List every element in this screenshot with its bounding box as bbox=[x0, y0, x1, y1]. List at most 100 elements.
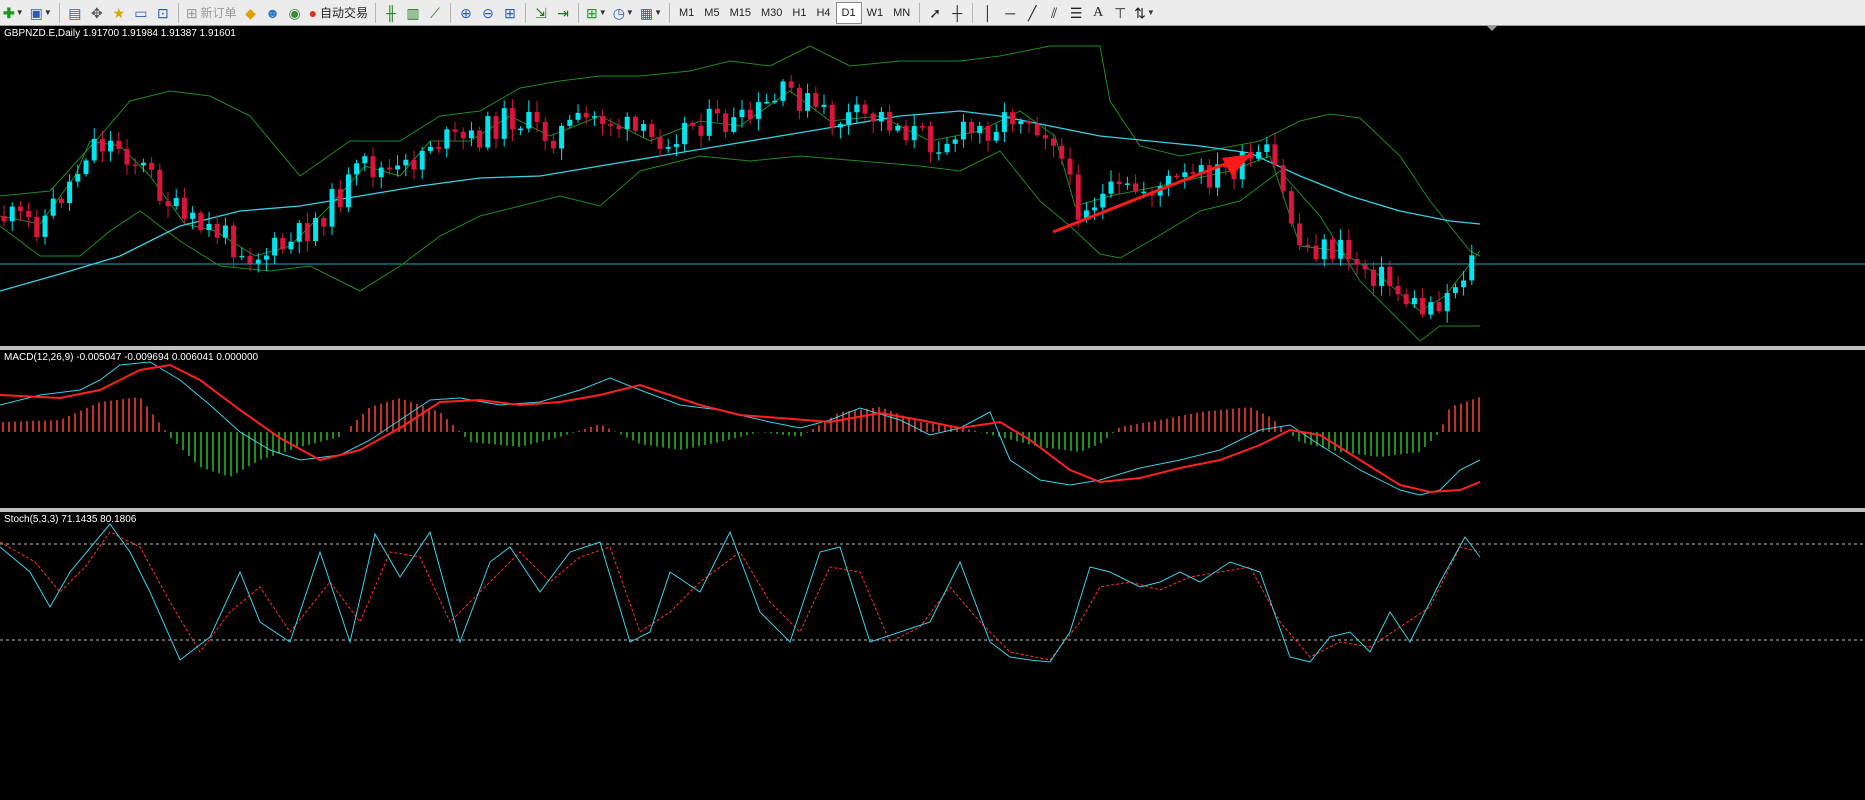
chevron-down-icon: ▼ bbox=[15, 8, 24, 17]
timeframe-h1-button[interactable]: H1 bbox=[787, 3, 811, 23]
stochastic-label: Stoch(5,3,3) 71.1435 80.1806 bbox=[4, 514, 137, 525]
candle-body bbox=[165, 200, 171, 207]
text-label-icon: ⊤ bbox=[1114, 4, 1127, 21]
toolbar-separator bbox=[177, 2, 179, 23]
chart-window[interactable]: GBPNZD.E,Daily 1.91700 1.91984 1.91387 1… bbox=[0, 26, 1865, 800]
candle-body bbox=[436, 146, 442, 149]
new-order-icon: ⊞ bbox=[185, 4, 198, 21]
candle-body bbox=[67, 181, 73, 204]
crosshair-tool-button[interactable]: ┼ bbox=[947, 3, 967, 23]
auto-scroll-icon: ⇲ bbox=[535, 4, 547, 21]
community-button[interactable]: ☻ bbox=[263, 3, 283, 23]
candle-body bbox=[846, 112, 852, 125]
stochastic-canvas[interactable] bbox=[0, 512, 1865, 672]
tester-button[interactable]: ⊡ bbox=[153, 3, 173, 23]
chart-shift-marker[interactable] bbox=[1487, 26, 1497, 31]
indicators-button[interactable]: ⊞ ▼ bbox=[584, 3, 609, 23]
candlestick-button[interactable]: ▥ bbox=[403, 3, 423, 23]
text-label-button[interactable]: ⊤ bbox=[1110, 3, 1130, 23]
candle-body bbox=[1042, 135, 1048, 139]
tile-windows-button[interactable]: ⊞ bbox=[500, 3, 520, 23]
timeframe-h4-button[interactable]: H4 bbox=[811, 3, 835, 23]
candle-body bbox=[26, 210, 32, 217]
candle-body bbox=[624, 116, 630, 130]
candle-body bbox=[99, 138, 105, 152]
arrows-icon: ⇅ bbox=[1134, 4, 1146, 21]
candle-body bbox=[206, 223, 212, 231]
periods-button[interactable]: ◷ ▼ bbox=[611, 3, 636, 23]
candle-body bbox=[936, 152, 942, 154]
candle-body bbox=[575, 112, 581, 120]
candle-body bbox=[739, 109, 745, 118]
candle-body bbox=[1092, 207, 1098, 211]
candle-body bbox=[1362, 264, 1368, 270]
candle-body bbox=[1182, 172, 1188, 177]
candle-body bbox=[1288, 191, 1294, 224]
vertical-line-button[interactable]: │ bbox=[978, 3, 998, 23]
timeframe-mn-button[interactable]: MN bbox=[888, 3, 915, 23]
candle-body bbox=[1034, 123, 1040, 136]
zoom-out-button[interactable]: ⊖ bbox=[478, 3, 498, 23]
toolbar-separator bbox=[669, 2, 670, 23]
candlesticks bbox=[1, 75, 1475, 323]
channel-icon: ⫽ bbox=[1051, 4, 1058, 21]
macd-panel[interactable]: MACD(12,26,9) -0.005047 -0.009694 0.0060… bbox=[0, 350, 1865, 508]
timeframe-w1-button[interactable]: W1 bbox=[862, 3, 889, 23]
auto-scroll-button[interactable]: ⇲ bbox=[531, 3, 551, 23]
timeframe-m5-button[interactable]: M5 bbox=[699, 3, 724, 23]
terminal-icon: ▭ bbox=[134, 4, 148, 21]
timeframe-m1-button[interactable]: M1 bbox=[674, 3, 699, 23]
candle-body bbox=[1428, 302, 1434, 315]
candle-body bbox=[1469, 255, 1475, 281]
price-chart-canvas[interactable] bbox=[0, 26, 1865, 346]
new-order-button[interactable]: ⊞ 新订单 bbox=[184, 3, 239, 23]
text-tool-button[interactable]: A bbox=[1088, 3, 1108, 23]
candle-body bbox=[1141, 191, 1147, 194]
zoom-out-icon: ⊖ bbox=[482, 4, 494, 21]
candle-body bbox=[1059, 145, 1065, 159]
templates-button[interactable]: ▦ ▼ bbox=[638, 3, 664, 23]
bar-chart-icon: ╫ bbox=[386, 4, 396, 21]
trendline-button[interactable]: ╱ bbox=[1022, 3, 1042, 23]
candle-body bbox=[944, 143, 950, 153]
zoom-in-button[interactable]: ⊕ bbox=[456, 3, 476, 23]
new-chart-button[interactable]: ✚ ▼ bbox=[1, 3, 26, 23]
metaeditor-button[interactable]: ◆ bbox=[241, 3, 261, 23]
candle-body bbox=[870, 113, 876, 122]
candle-body bbox=[337, 189, 343, 208]
horizontal-line-button[interactable]: ─ bbox=[1000, 3, 1020, 23]
candle-body bbox=[821, 104, 827, 107]
candle-body bbox=[181, 197, 187, 219]
signals-button[interactable]: ◉ bbox=[285, 3, 305, 23]
candle-body bbox=[1190, 172, 1196, 175]
chart-shift-button[interactable]: ⇥ bbox=[553, 3, 573, 23]
arrows-button[interactable]: ⇅ ▼ bbox=[1132, 3, 1157, 23]
auto-trading-button[interactable]: ● 自动交易 bbox=[307, 3, 370, 23]
tile-icon: ⊞ bbox=[504, 4, 516, 21]
cursor-tool-button[interactable]: ➚ bbox=[925, 3, 945, 23]
candle-body bbox=[370, 156, 376, 178]
navigator-button[interactable]: ★ bbox=[109, 3, 129, 23]
data-window-button[interactable]: ✥ bbox=[87, 3, 107, 23]
candle-body bbox=[321, 218, 327, 227]
price-chart-panel[interactable]: GBPNZD.E,Daily 1.91700 1.91984 1.91387 1… bbox=[0, 26, 1865, 346]
line-chart-button[interactable]: ⟋ bbox=[425, 3, 445, 23]
stochastic-panel[interactable]: Stoch(5,3,3) 71.1435 80.1806 bbox=[0, 512, 1865, 672]
timeframe-m15-button[interactable]: M15 bbox=[725, 3, 756, 23]
candle-body bbox=[395, 165, 401, 170]
fibonacci-button[interactable]: ☰ bbox=[1066, 3, 1086, 23]
candle-body bbox=[649, 124, 655, 138]
candle-body bbox=[1346, 239, 1352, 260]
candle-body bbox=[17, 206, 23, 211]
timeframe-m30-button[interactable]: M30 bbox=[756, 3, 787, 23]
candle-body bbox=[477, 130, 483, 148]
timeframe-d1-button[interactable]: D1 bbox=[835, 1, 862, 24]
equidistant-channel-button[interactable]: ⫽ bbox=[1044, 3, 1064, 23]
profiles-button[interactable]: ▣ ▼ bbox=[28, 3, 54, 23]
market-watch-button[interactable]: ▤ bbox=[65, 3, 85, 23]
macd-canvas[interactable] bbox=[0, 350, 1865, 508]
candle-body bbox=[140, 162, 146, 166]
bar-chart-button[interactable]: ╫ bbox=[381, 3, 401, 23]
candle-body bbox=[1108, 181, 1114, 194]
terminal-button[interactable]: ▭ bbox=[131, 3, 151, 23]
